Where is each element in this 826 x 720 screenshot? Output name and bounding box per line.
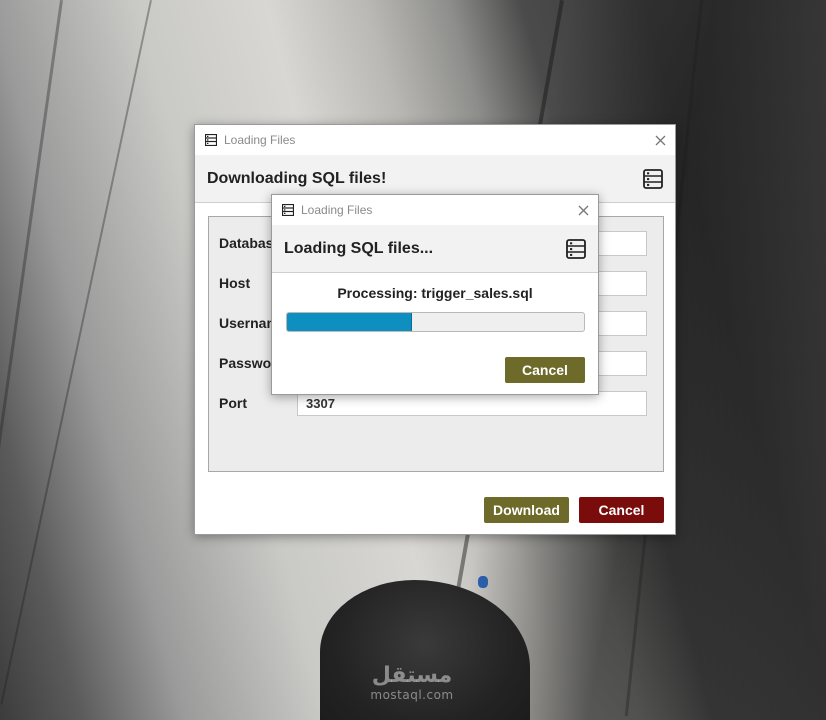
climber-figure — [478, 576, 488, 588]
cancel-button[interactable]: Cancel — [579, 497, 664, 523]
server-list-icon — [566, 238, 586, 259]
window-title: Loading Files — [224, 133, 296, 147]
dialog-heading: Loading SQL files... — [284, 239, 434, 257]
processing-status: Processing: trigger_sales.sql — [337, 285, 533, 301]
watermark-latin: mostaql.com — [370, 688, 454, 702]
loading-dialog: Loading Files Loading SQL files... Proce… — [271, 194, 599, 395]
watermark-logo: مستقل mostaql.com — [362, 663, 462, 703]
progress-bar — [286, 312, 585, 332]
port-label: Port — [219, 395, 247, 411]
database-icon — [205, 134, 217, 146]
dialog-heading: Downloading SQL files! — [207, 169, 387, 187]
download-button[interactable]: Download — [484, 497, 569, 523]
titlebar: Loading Files — [272, 195, 598, 225]
progress-fill — [287, 313, 412, 331]
titlebar: Loading Files — [195, 125, 675, 155]
window-title: Loading Files — [301, 203, 373, 217]
cancel-loading-button[interactable]: Cancel — [505, 357, 585, 383]
database-icon — [282, 204, 294, 216]
dialog-header: Loading SQL files... — [272, 225, 598, 273]
close-icon[interactable] — [645, 125, 675, 155]
server-list-icon — [643, 168, 663, 189]
watermark-arabic: مستقل — [371, 663, 453, 688]
close-icon[interactable] — [568, 195, 598, 225]
